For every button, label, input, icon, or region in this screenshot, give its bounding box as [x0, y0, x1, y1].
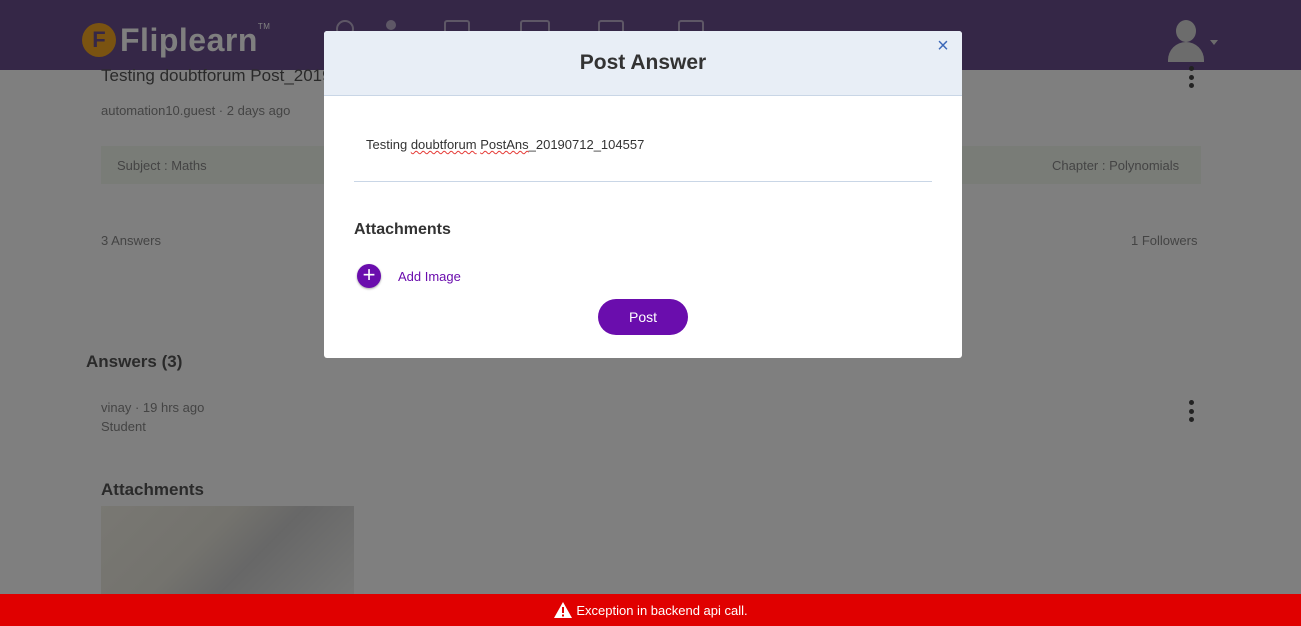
error-notification-bar: Exception in backend api call. — [0, 594, 1301, 626]
modal-header: Post Answer × — [324, 31, 962, 96]
error-message: Exception in backend api call. — [576, 602, 748, 618]
answer-text-field[interactable]: Testing doubtforum PostAns_20190712_1045… — [366, 137, 644, 152]
warning-icon — [554, 602, 573, 618]
attachments-heading: Attachments — [354, 221, 451, 238]
close-icon[interactable]: × — [934, 36, 952, 56]
post-answer-modal: Post Answer × Testing doubtforum PostAns… — [324, 31, 962, 358]
answer-field-underline — [354, 181, 932, 182]
add-image-label[interactable]: Add Image — [398, 269, 461, 284]
post-button[interactable]: Post — [598, 299, 688, 335]
modal-title: Post Answer — [579, 51, 707, 74]
plus-icon[interactable]: + — [357, 264, 381, 288]
add-image-button[interactable]: + Add Image — [357, 264, 461, 288]
